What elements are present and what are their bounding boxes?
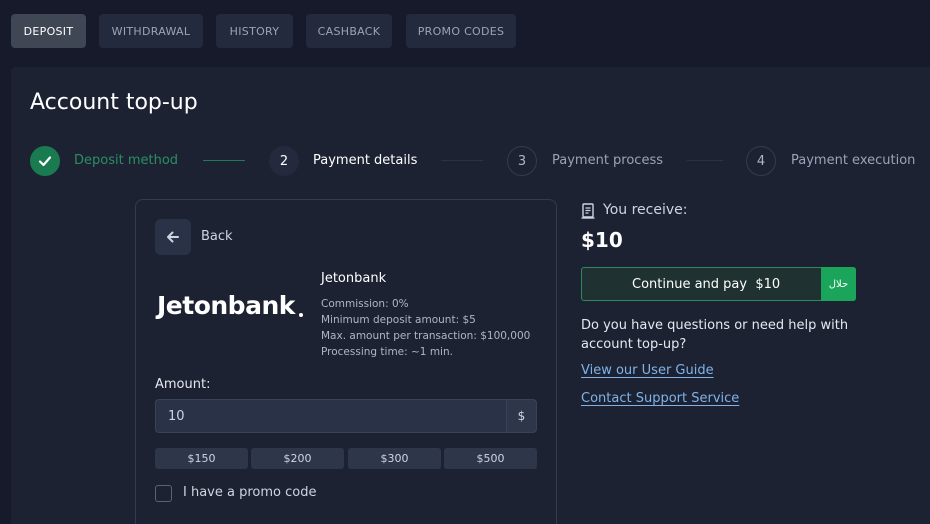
receive-label: You receive: xyxy=(603,202,688,218)
tab-history[interactable]: HISTORY xyxy=(216,14,293,48)
tab-promo-codes[interactable]: PROMO CODES xyxy=(406,14,516,48)
tab-cashback[interactable]: CASHBACK xyxy=(306,14,392,48)
method-name: Jetonbank xyxy=(321,271,387,286)
top-nav: DEPOSIT WITHDRAWAL HISTORY CASHBACK PROM… xyxy=(0,0,930,66)
step-connector xyxy=(203,160,245,161)
contact-support-link[interactable]: Contact Support Service xyxy=(581,391,739,406)
preset-amount-button[interactable]: $200 xyxy=(251,448,344,469)
method-min-deposit: Minimum deposit amount: $5 xyxy=(321,314,476,326)
payment-details-card xyxy=(135,199,557,524)
preset-amount-button[interactable]: $500 xyxy=(444,448,537,469)
step-4-label: Payment execution xyxy=(791,153,916,168)
preset-amount-button[interactable]: $300 xyxy=(348,448,441,469)
page-title: Account top-up xyxy=(30,90,198,115)
step-4-number: 4 xyxy=(746,146,776,176)
back-label[interactable]: Back xyxy=(201,229,233,244)
tab-deposit[interactable]: DEPOSIT xyxy=(11,14,86,48)
continue-and-pay-button[interactable]: Continue and pay $10 حلال xyxy=(581,267,856,301)
promo-code-label[interactable]: I have a promo code xyxy=(183,485,316,500)
method-processing-time: Processing time: ~1 min. xyxy=(321,346,453,358)
step-2-number: 2 xyxy=(269,146,299,176)
step-3-number: 3 xyxy=(507,146,537,176)
receipt-icon xyxy=(581,203,595,219)
preset-amount-button[interactable]: $150 xyxy=(155,448,248,469)
promo-code-checkbox[interactable] xyxy=(155,485,172,502)
currency-symbol: $ xyxy=(506,399,537,433)
step-1-label: Deposit method xyxy=(74,153,179,168)
jetonbank-logo: Jetonbank xyxy=(157,291,295,320)
step-connector xyxy=(687,160,723,161)
method-commission: Commission: 0% xyxy=(321,298,409,310)
step-3-label: Payment process xyxy=(552,153,664,168)
step-2-label: Payment details xyxy=(313,153,418,168)
step-connector xyxy=(441,160,483,161)
arrow-left-icon xyxy=(167,231,179,243)
amount-label: Amount: xyxy=(155,377,211,392)
back-button[interactable] xyxy=(155,219,191,255)
amount-input[interactable] xyxy=(155,399,506,433)
tab-withdrawal[interactable]: WITHDRAWAL xyxy=(99,14,203,48)
receive-amount: $10 xyxy=(581,228,623,252)
halal-badge: حلال xyxy=(821,267,856,301)
method-max-amount: Max. amount per transaction: $100,000 xyxy=(321,330,531,342)
help-text: Do you have questions or need help with … xyxy=(581,318,849,352)
logo-dot xyxy=(299,313,303,317)
pay-button-label: Continue and pay $10 xyxy=(632,277,781,292)
user-guide-link[interactable]: View our User Guide xyxy=(581,363,714,378)
step-1-check-icon xyxy=(30,146,60,176)
